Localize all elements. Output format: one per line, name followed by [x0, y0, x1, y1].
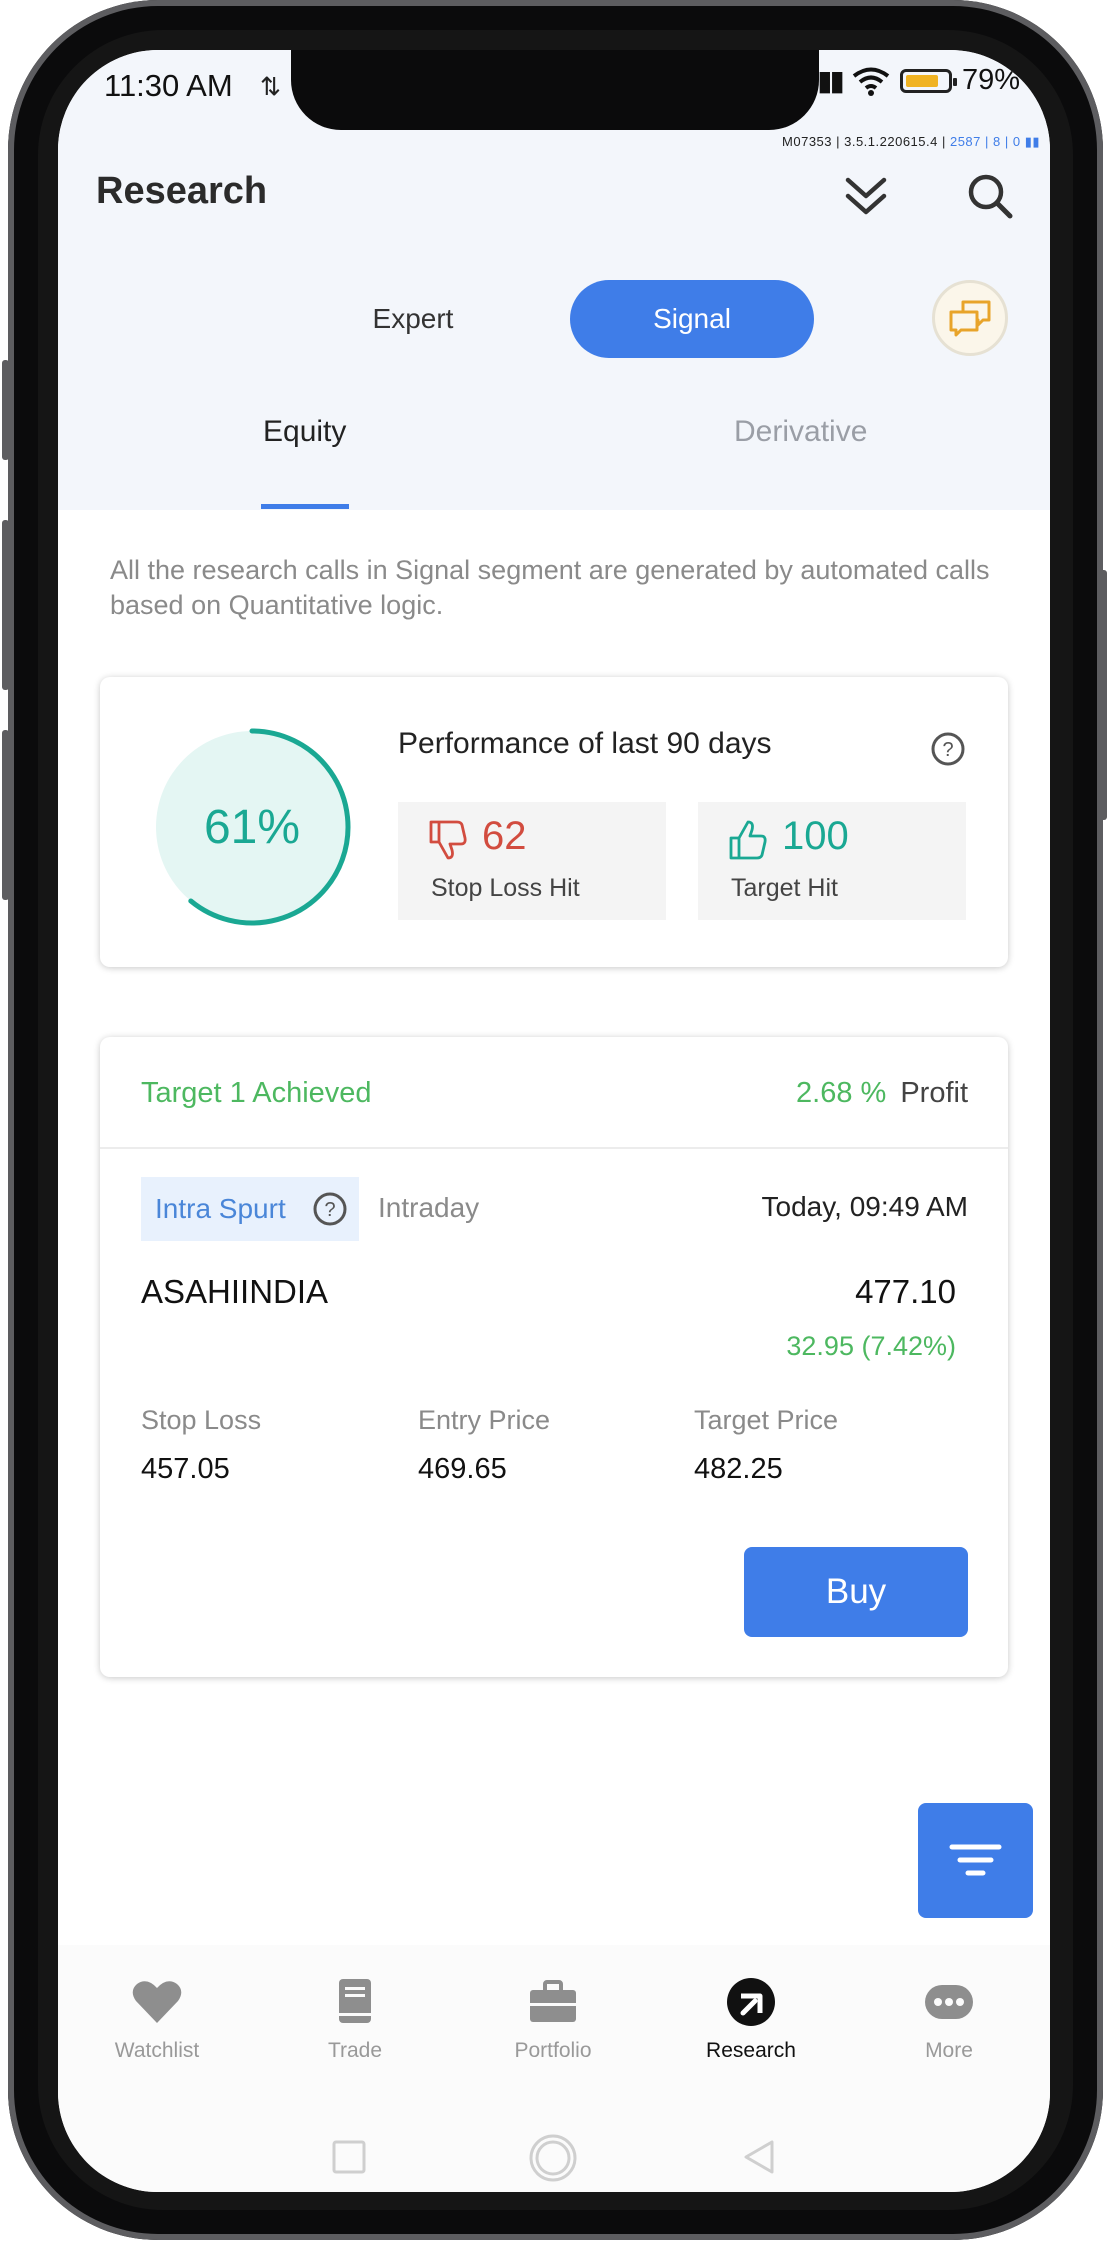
- more-icon: [925, 1985, 973, 2019]
- filter-icon: [949, 1844, 1002, 1876]
- data-arrows-icon: ⇅: [260, 73, 281, 101]
- status-time: 11:30 AM: [104, 68, 233, 103]
- home-icon[interactable]: [528, 2133, 578, 2183]
- info-text: All the research calls in Signal segment…: [110, 555, 990, 620]
- status-bar-right: ▮▮ 79%: [817, 64, 1020, 97]
- battery-icon: [899, 68, 957, 93]
- recents-icon[interactable]: [331, 2139, 367, 2175]
- chat-button[interactable]: [932, 280, 1008, 356]
- app-screen: 11:30 AM ⇅ ▮▮ 79% M07353 | 3.5.1.220615.…: [58, 50, 1050, 2192]
- trade-type: Intraday: [378, 1192, 480, 1223]
- target-label: Target Hit: [731, 874, 838, 902]
- profit-percent: 2.68 %: [796, 1077, 887, 1109]
- research-call-card[interactable]: Target 1 Achieved 2.68 % Profit Intra Spu…: [100, 1037, 1008, 1677]
- chat-icon: [949, 300, 991, 337]
- nav-label: Research: [706, 2039, 796, 2062]
- stop-loss-value: 457.05: [141, 1453, 230, 1485]
- help-icon[interactable]: ?: [312, 1191, 348, 1227]
- target-count: 100: [782, 814, 849, 858]
- phone-side-button: [1100, 570, 1107, 820]
- stop-loss-label: Stop Loss: [141, 1405, 262, 1435]
- stop-loss-stat: 62 Stop Loss Hit: [398, 802, 666, 920]
- nav-portfolio[interactable]: Portfolio: [454, 1975, 652, 2063]
- active-tab-indicator: [261, 504, 349, 509]
- stock-symbol: ASAHIINDIA: [141, 1273, 329, 1310]
- target-stat: 100 Target Hit: [698, 802, 966, 920]
- nav-watchlist[interactable]: Watchlist: [58, 1975, 256, 2063]
- page-title: Research: [96, 170, 268, 212]
- connection-indicator: ▮▮: [1024, 134, 1040, 149]
- build-ids: 2587 | 8 | 0: [949, 134, 1021, 149]
- success-percent: 61%: [203, 800, 301, 854]
- battery-percent: 79%: [961, 64, 1020, 96]
- call-profit: 2.68 % Profit: [796, 1077, 968, 1110]
- version-info: M07353 | 3.5.1.220615.4 | 2587 | 8 | 0 ▮…: [782, 134, 1040, 150]
- nav-label: More: [925, 2039, 973, 2062]
- call-timestamp: Today, 09:49 AM: [761, 1191, 969, 1222]
- heart-icon: [132, 1981, 182, 2023]
- entry-price-value: 469.65: [418, 1453, 507, 1485]
- double-chevron-down-icon[interactable]: [841, 170, 891, 224]
- segment-signal[interactable]: Signal: [570, 280, 814, 358]
- tab-derivative[interactable]: Derivative: [734, 415, 867, 449]
- search-icon[interactable]: [965, 170, 1015, 224]
- help-icon[interactable]: ?: [930, 731, 966, 767]
- stock-price: 477.10: [855, 1273, 956, 1310]
- performance-card: 61% Performance of last 90 days ? 62 Sto…: [100, 677, 1008, 967]
- card-divider: [100, 1147, 1008, 1149]
- build-number: M07353 | 3.5.1.220615.4 |: [782, 134, 950, 149]
- camera-notch: [291, 50, 819, 130]
- back-icon[interactable]: [740, 2139, 776, 2175]
- tab-equity[interactable]: Equity: [263, 415, 346, 449]
- target-price-label: Target Price: [694, 1405, 839, 1435]
- stop-loss-label: Stop Loss Hit: [431, 874, 580, 902]
- briefcase-icon: [530, 1980, 576, 2022]
- nav-label: Portfolio: [514, 2039, 592, 2062]
- wifi-icon: [852, 67, 890, 96]
- phone-side-button: [2, 520, 9, 690]
- performance-title: Performance of last 90 days: [398, 727, 772, 760]
- profit-label: Profit: [900, 1077, 968, 1109]
- svg-text:?: ?: [942, 739, 953, 761]
- nav-trade[interactable]: Trade: [256, 1975, 454, 2063]
- buy-button[interactable]: Buy: [744, 1547, 968, 1637]
- phone-side-button: [2, 360, 9, 460]
- filter-button[interactable]: [918, 1803, 1033, 1918]
- research-icon: [727, 1978, 775, 2026]
- nav-label: Watchlist: [114, 2039, 200, 2062]
- thumbs-down-icon: [429, 820, 467, 860]
- call-status: Target 1 Achieved: [141, 1077, 372, 1109]
- signal-icon: ▮▮: [817, 65, 845, 96]
- battery-level: [905, 74, 938, 87]
- target-price-value: 482.25: [694, 1453, 783, 1485]
- nav-label: Trade: [327, 2039, 383, 2062]
- segment-expert[interactable]: Expert: [318, 280, 508, 358]
- phone-side-button: [2, 730, 9, 900]
- svg-text:?: ?: [324, 1199, 335, 1221]
- price-change: 32.95 (7.42%): [786, 1331, 956, 1361]
- thumbs-up-icon: [729, 820, 767, 860]
- nav-research[interactable]: Research: [652, 1975, 850, 2063]
- stop-loss-count: 62: [482, 814, 527, 858]
- nav-more[interactable]: More: [850, 1975, 1048, 2063]
- book-icon: [339, 1979, 371, 2023]
- entry-price-label: Entry Price: [418, 1405, 551, 1435]
